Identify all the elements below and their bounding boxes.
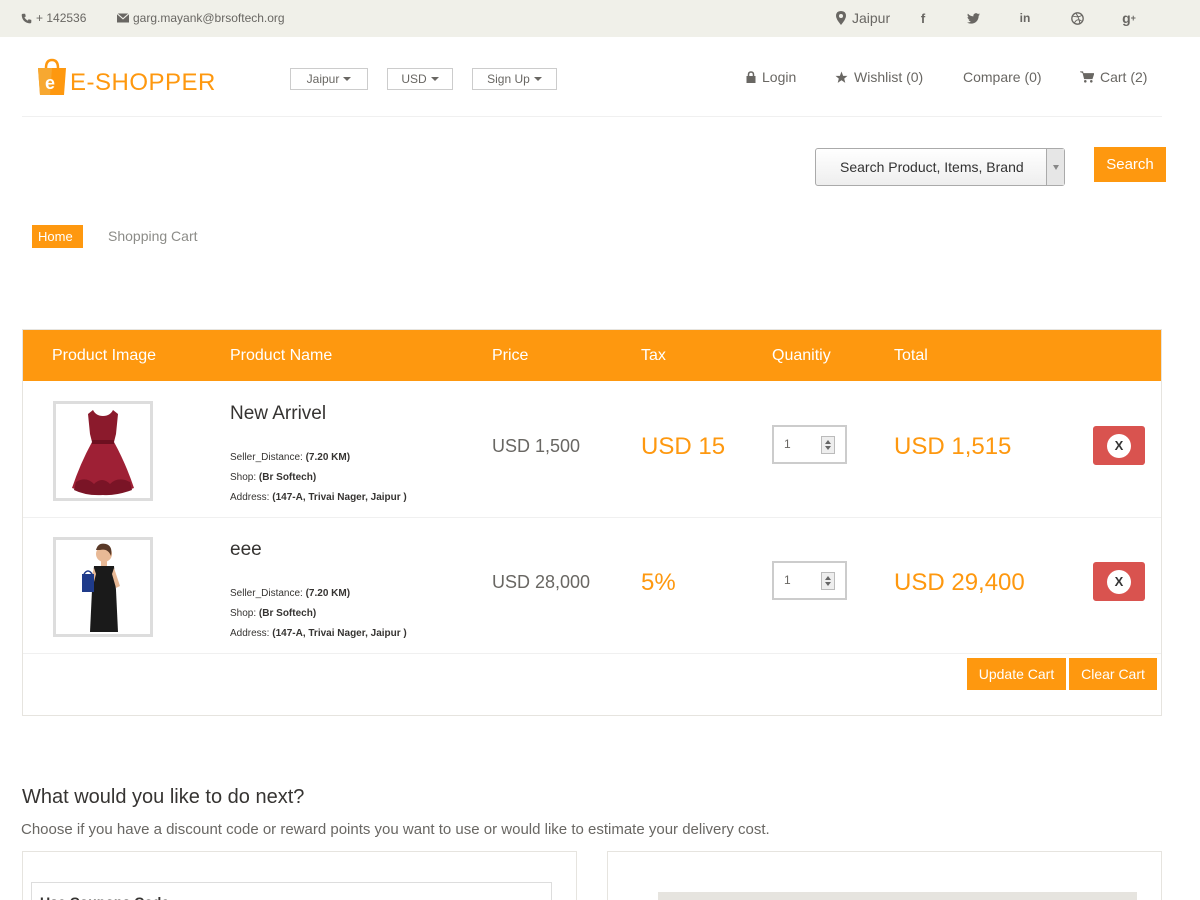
product-image-dress[interactable] (53, 401, 153, 501)
row-divider (23, 653, 1161, 654)
seller-distance-label: Seller_Distance: (230, 452, 303, 463)
map-marker-icon (836, 11, 846, 25)
quantity-value: 1 (784, 437, 791, 451)
product-tax: USD 15 (641, 433, 726, 460)
seller-distance-value: (7.20 KM) (305, 452, 351, 463)
cart-link[interactable]: Cart (2) (1080, 69, 1147, 85)
logo-letter: e (45, 73, 55, 93)
header-divider (22, 116, 1162, 117)
shop-label: Shop: (230, 472, 257, 483)
signup-dropdown[interactable]: Sign Up (472, 68, 557, 90)
product-tax: 5% (641, 569, 676, 596)
shopping-bag-logo-icon: e (36, 58, 68, 96)
column-header-quantity: Quanitiy (772, 347, 831, 364)
dribbble-icon[interactable] (1067, 9, 1087, 27)
shop-label: Shop: (230, 608, 257, 619)
address-value: (147-A, Trivai Nager, Jaipur ) (272, 628, 407, 639)
caret-down-icon (343, 77, 352, 81)
cart-label: Cart (2) (1100, 69, 1148, 85)
update-cart-button[interactable]: Update Cart (967, 658, 1066, 690)
column-header-image: Product Image (52, 347, 157, 364)
phone-contact: + 142536 (21, 11, 86, 25)
quantity-value: 1 (784, 573, 791, 587)
product-total: USD 1,515 (894, 433, 1012, 460)
coupon-panel: Use Coupons Code (22, 851, 577, 900)
currency-dropdown[interactable]: USD (387, 68, 453, 90)
dropdown-arrow-icon[interactable] (1046, 149, 1064, 185)
logo-text: E-SHOPPER (70, 69, 216, 96)
product-price: USD 1,500 (492, 436, 581, 456)
column-header-total: Total (894, 347, 928, 364)
column-header-price: Price (492, 347, 529, 364)
shopping-cart-icon (1080, 71, 1094, 83)
linkedin-icon[interactable]: in (1015, 9, 1035, 27)
seller-distance-value: (7.20 KM) (305, 588, 351, 599)
lock-icon (746, 71, 756, 83)
signup-dropdown-label: Sign Up (487, 72, 530, 86)
breadcrumb-current: Shopping Cart (108, 228, 198, 244)
phone-number: + 142536 (36, 11, 87, 25)
shop-value: (Br Softech) (258, 608, 317, 619)
compare-label: Compare (0) (963, 69, 1042, 85)
column-header-name: Product Name (230, 347, 333, 364)
search-select[interactable]: Search Product, Items, Brand (815, 148, 1065, 186)
email-address: garg.mayank@brsoftech.org (133, 11, 285, 25)
product-name[interactable]: eee (230, 539, 262, 561)
city-dropdown[interactable]: Jaipur (290, 68, 368, 90)
row-divider (23, 517, 1161, 518)
remove-item-button[interactable]: X (1093, 426, 1145, 465)
twitter-icon[interactable] (963, 9, 983, 27)
address-label: Address: (230, 628, 270, 639)
google-plus-icon[interactable]: g + (1119, 9, 1139, 27)
compare-link[interactable]: Compare (0) (963, 69, 1042, 85)
location[interactable]: Jaipur (836, 10, 890, 26)
search-button[interactable]: Search (1094, 147, 1166, 182)
next-steps-subtitle: Choose if you have a discount code or re… (21, 821, 770, 838)
wishlist-label: Wishlist (0) (854, 69, 924, 85)
delivery-panel (607, 851, 1162, 900)
facebook-icon[interactable]: f (913, 9, 933, 27)
clear-cart-button[interactable]: Clear Cart (1069, 658, 1157, 690)
quantity-stepper[interactable]: 1 (772, 425, 847, 464)
coupon-heading[interactable]: Use Coupons Code (31, 882, 552, 900)
envelope-icon (117, 13, 129, 23)
delivery-panel-header (658, 892, 1137, 900)
location-label: Jaipur (852, 10, 891, 26)
breadcrumb-home[interactable]: Home (32, 225, 83, 248)
currency-dropdown-label: USD (401, 72, 427, 86)
cart-table: Product Image Product Name Price Tax Qua… (22, 329, 1162, 716)
login-link[interactable]: Login (746, 69, 796, 85)
caret-down-icon (533, 77, 542, 81)
phone-icon (21, 13, 32, 23)
product-total: USD 29,400 (894, 569, 1025, 596)
star-icon (835, 71, 848, 83)
cart-table-header: Product Image Product Name Price Tax Qua… (23, 330, 1161, 381)
login-label: Login (762, 69, 797, 85)
address-value: (147-A, Trivai Nager, Jaipur ) (272, 492, 407, 503)
shop-value: (Br Softech) (258, 472, 317, 483)
quantity-stepper[interactable]: 1 (772, 561, 847, 600)
close-icon: X (1107, 569, 1131, 594)
wishlist-link[interactable]: Wishlist (0) (835, 69, 923, 85)
product-details: Seller_Distance: (7.20 KM) Shop: (Br Sof… (230, 448, 407, 508)
spinner-arrows-icon[interactable] (821, 436, 835, 454)
email-contact: garg.mayank@brsoftech.org (117, 11, 285, 25)
remove-item-button[interactable]: X (1093, 562, 1145, 601)
product-price: USD 28,000 (492, 572, 591, 592)
spinner-arrows-icon[interactable] (821, 572, 835, 590)
site-logo[interactable]: e E-SHOPPER (36, 58, 216, 96)
top-bar: + 142536 garg.mayank@brsoftech.org Jaipu… (0, 0, 1200, 37)
column-header-tax: Tax (641, 347, 666, 364)
product-name[interactable]: New Arrivel (230, 403, 326, 425)
city-dropdown-label: Jaipur (306, 72, 340, 86)
next-steps-title: What would you like to do next? (22, 786, 305, 808)
product-details: Seller_Distance: (7.20 KM) Shop: (Br Sof… (230, 584, 407, 644)
search-placeholder: Search Product, Items, Brand (840, 159, 1024, 175)
address-label: Address: (230, 492, 270, 503)
seller-distance-label: Seller_Distance: (230, 588, 303, 599)
caret-down-icon (430, 77, 439, 81)
close-icon: X (1107, 433, 1131, 458)
product-image-woman[interactable] (53, 537, 153, 637)
